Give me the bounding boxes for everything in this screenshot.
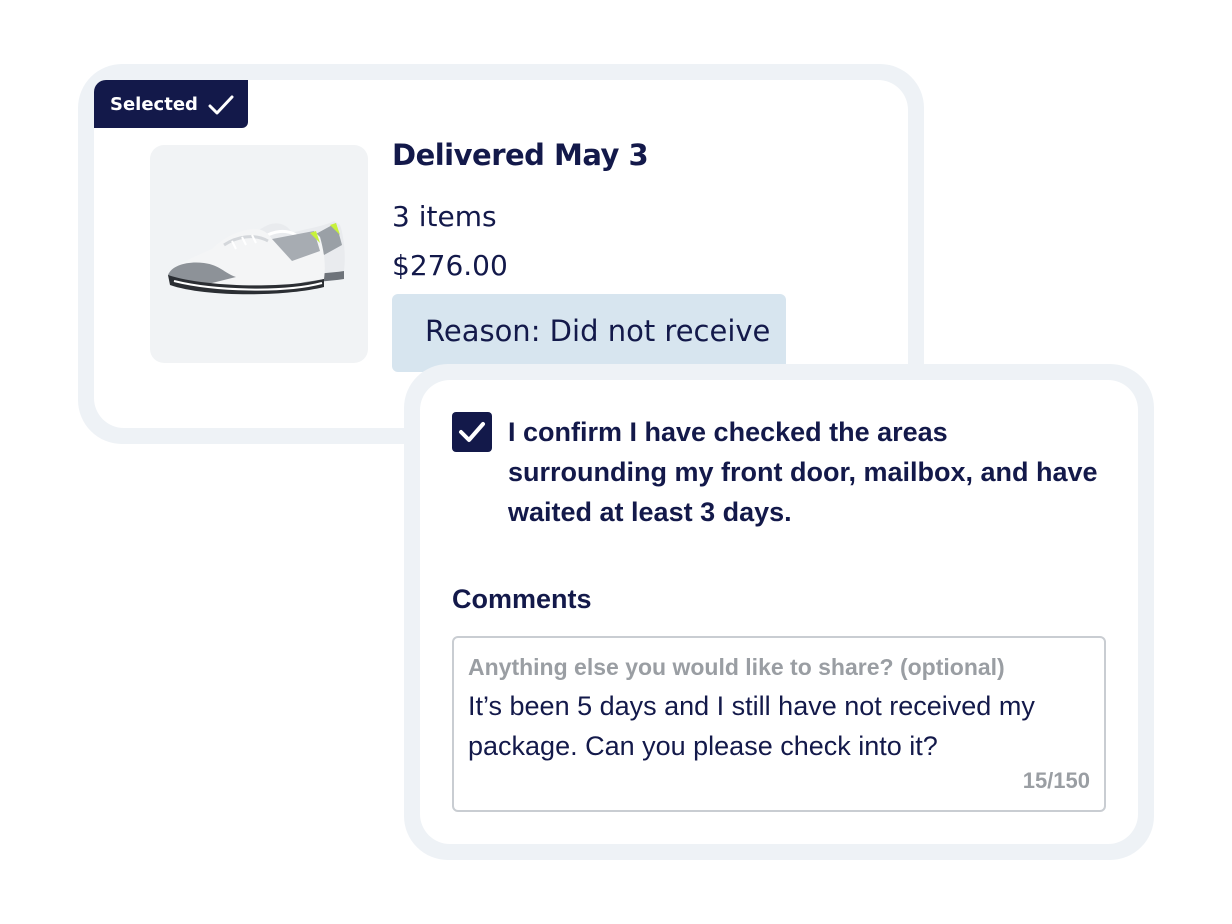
delivery-status: Delivered May 3 bbox=[392, 138, 649, 172]
selected-badge: Selected bbox=[94, 80, 248, 128]
comments-textarea[interactable]: Anything else you would like to share? (… bbox=[452, 636, 1106, 812]
comments-placeholder: Anything else you would like to share? (… bbox=[468, 654, 1005, 680]
selected-badge-label: Selected bbox=[110, 93, 198, 115]
checkmark-icon bbox=[459, 422, 485, 442]
confirm-checkbox[interactable] bbox=[452, 412, 492, 452]
confirmation-text[interactable]: I confirm I have checked the areas surro… bbox=[508, 412, 1108, 532]
checkmark-icon bbox=[208, 94, 234, 116]
comments-value: It’s been 5 days and I still have not re… bbox=[468, 691, 1035, 761]
reason-pill: Reason: Did not receive bbox=[392, 294, 786, 372]
sneaker-image bbox=[168, 221, 345, 295]
comments-label: Comments bbox=[452, 584, 592, 614]
confirmation-card: I confirm I have checked the areas surro… bbox=[420, 380, 1138, 844]
item-count: 3 items bbox=[392, 200, 497, 233]
character-counter: 15/150 bbox=[1022, 768, 1090, 793]
confirmation-card-frame: I confirm I have checked the areas surro… bbox=[404, 364, 1154, 860]
order-total: $276.00 bbox=[392, 249, 508, 282]
product-image bbox=[150, 145, 368, 363]
return-request-illustration: Selected Delivered May 3 3 items $276.00… bbox=[0, 0, 1232, 924]
